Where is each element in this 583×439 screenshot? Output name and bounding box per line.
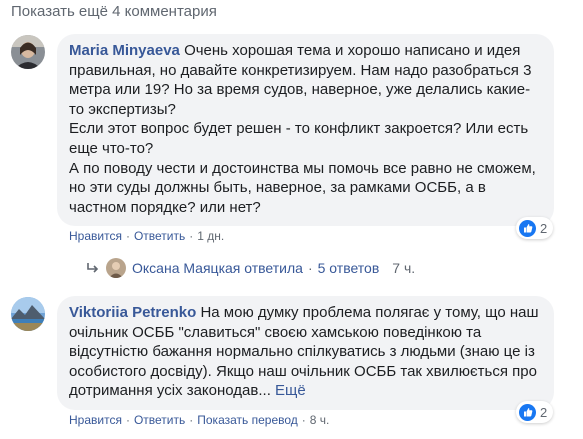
view-replies-link[interactable]: Оксана Маяцкая ответила · 5 ответов 7 ч. (86, 258, 415, 278)
translate-button[interactable]: Показать перевод (197, 413, 298, 427)
thumbs-up-icon (519, 403, 536, 421)
comment-time[interactable]: 8 ч. (310, 413, 330, 427)
comment-actions: Нравится · Ответить · Показать перевод ·… (69, 413, 330, 427)
comment-time[interactable]: 1 дн. (197, 229, 224, 243)
avatar[interactable] (11, 297, 45, 331)
comment-bubble: Viktoriia Petrenko На мою думку проблема… (57, 296, 554, 410)
comment-author[interactable]: Viktoriia Petrenko (69, 304, 196, 321)
avatar[interactable] (11, 35, 45, 69)
reply-button[interactable]: Ответить (134, 413, 185, 427)
reply-arrow-icon (87, 263, 99, 273)
like-button[interactable]: Нравится (69, 229, 122, 243)
comment-bubble: Maria Minyaeva Очень хорошая тема и хоро… (57, 34, 554, 227)
like-button[interactable]: Нравится (69, 413, 122, 427)
reaction-count[interactable]: 2 (516, 401, 554, 423)
replies-author: Оксана Маяцкая ответила (132, 260, 303, 276)
reply-button[interactable]: Ответить (134, 229, 185, 243)
reaction-count[interactable]: 2 (516, 217, 554, 239)
replies-time: 7 ч. (392, 260, 416, 276)
avatar (106, 258, 126, 278)
thumbs-up-icon (519, 219, 536, 237)
comment-text-2: Если этот вопрос будет решен - то конфли… (69, 120, 529, 157)
replies-count: 5 ответов (317, 260, 380, 276)
see-more-link[interactable]: Ещё (275, 382, 306, 399)
comment-text-3: А по поводу чести и достоинства мы помоч… (69, 159, 536, 216)
comment-actions: Нравится · Ответить · 1 дн. (69, 229, 225, 243)
show-more-comments-link[interactable]: Показать ещё 4 комментария (11, 3, 217, 20)
comment-author[interactable]: Maria Minyaeva (69, 42, 180, 59)
